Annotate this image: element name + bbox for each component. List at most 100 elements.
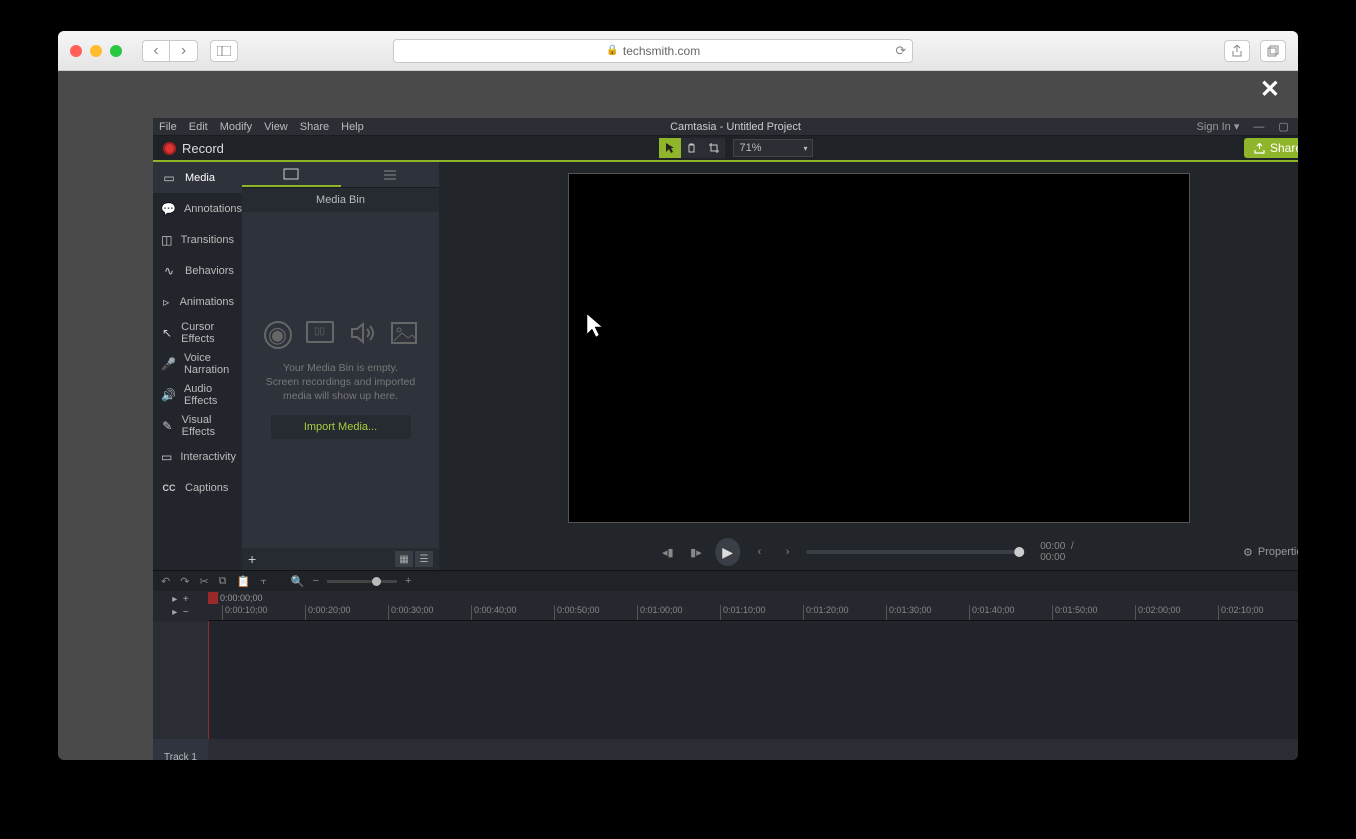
menu-share[interactable]: Share <box>300 121 329 133</box>
step-back-button[interactable]: ‹ <box>750 542 768 562</box>
next-frame-button[interactable]: ▮▸ <box>687 542 705 562</box>
annotations-icon: 💬 <box>161 202 176 216</box>
menu-edit[interactable]: Edit <box>189 121 208 133</box>
zoom-fit-icon[interactable]: 🔍 <box>291 575 305 588</box>
prev-frame-button[interactable]: ◂▮ <box>659 542 677 562</box>
speaker-icon: 🔊 <box>161 388 176 402</box>
paste-button[interactable]: 📋 <box>237 575 251 588</box>
mediabin-empty-text: Your Media Bin is empty. Screen recordin… <box>256 361 425 404</box>
sidebar-item-audio-effects[interactable]: 🔊Audio Effects <box>153 379 242 410</box>
app-title: Camtasia - Untitled Project <box>670 121 801 133</box>
list-view-button[interactable]: ☰ <box>415 551 433 567</box>
zoom-slider-knob[interactable] <box>372 577 381 586</box>
audio-placeholder-icon <box>348 321 376 345</box>
zoom-in-button[interactable]: + <box>405 575 411 587</box>
mediabin-tab-library[interactable] <box>341 162 440 187</box>
playback-controls: ◂▮ ▮▸ ▶ ‹ › 00:00 / 00:00 ⚙ Properties <box>439 534 1298 570</box>
back-button[interactable]: ‹ <box>142 40 170 62</box>
sidebar-item-behaviors[interactable]: ∿Behaviors <box>153 255 242 286</box>
sidebar-item-transitions[interactable]: ◫Transitions <box>153 224 242 255</box>
sidebar-item-cursor-effects[interactable]: ↖Cursor Effects <box>153 317 242 348</box>
maximize-window-button[interactable] <box>110 45 122 57</box>
timeline-tick: 0:01:30;00 <box>886 605 932 621</box>
mic-icon: 🎤 <box>161 357 176 371</box>
sidebar-item-animations[interactable]: ▹Animations <box>153 286 242 317</box>
crop-tool[interactable] <box>703 138 725 158</box>
interact-icon: ▭ <box>161 450 172 464</box>
timeline-tracks-area[interactable] <box>208 621 1298 760</box>
undo-button[interactable]: ↶ <box>161 575 170 588</box>
app-maximize-button[interactable]: ▢ <box>1278 120 1288 133</box>
mediabin-tabs <box>242 162 439 188</box>
tabs-button[interactable] <box>1260 40 1286 62</box>
sign-in-button[interactable]: Sign In ▾ <box>1197 120 1240 133</box>
grid-view-button[interactable]: ▦ <box>395 551 413 567</box>
timeline-tick: 0:01:10;00 <box>720 605 766 621</box>
window-traffic-lights <box>70 45 122 57</box>
sidebar-toggle-button[interactable] <box>210 40 238 62</box>
menu-file[interactable]: File <box>159 121 177 133</box>
scrubber-knob[interactable] <box>1014 547 1024 557</box>
cut-button[interactable]: ✂ <box>199 575 208 588</box>
track-1-row[interactable] <box>208 739 1298 760</box>
track-1-label[interactable]: Track 1 <box>153 739 208 760</box>
close-modal-button[interactable]: ✕ <box>1260 75 1280 104</box>
menu-help[interactable]: Help <box>341 121 364 133</box>
add-media-button[interactable]: + <box>248 551 256 567</box>
menu-view[interactable]: View <box>264 121 288 133</box>
gear-icon: ⚙ <box>1243 546 1253 559</box>
remove-track-button[interactable]: ▸ − <box>172 607 188 618</box>
record-button[interactable]: Record <box>153 141 234 156</box>
properties-button[interactable]: ⚙ Properties <box>1243 546 1298 559</box>
add-track-button[interactable]: ▸ + <box>172 594 188 605</box>
zoom-out-button[interactable]: − <box>313 575 319 587</box>
sidebar-item-media[interactable]: ▭Media <box>153 162 242 193</box>
mediabin-footer: + ▦ ☰ <box>242 548 439 570</box>
timeline-track-controls: ▸ + ▸ − <box>153 591 208 621</box>
menu-modify[interactable]: Modify <box>220 121 252 133</box>
timeline-toolbar: ↶ ↷ ✂ ⧉ 📋 ⫟ 🔍 − + <box>153 571 1298 591</box>
zoom-level-select[interactable]: 71% <box>733 139 813 157</box>
import-media-button[interactable]: Import Media... <box>271 415 411 439</box>
playhead-marker[interactable] <box>208 592 218 604</box>
timeline-tick: 0:00:50;00 <box>554 605 600 621</box>
tools-sidebar: ▭Media 💬Annotations ◫Transitions ∿Behavi… <box>153 162 242 570</box>
pan-tool[interactable] <box>681 138 703 158</box>
reload-button[interactable]: ⟳ <box>895 43 906 59</box>
preview-canvas[interactable] <box>568 173 1190 523</box>
record-placeholder-icon: ◉ <box>264 321 292 349</box>
lock-icon: 🔒 <box>606 45 618 56</box>
zoom-slider[interactable] <box>327 580 397 583</box>
minimize-window-button[interactable] <box>90 45 102 57</box>
close-window-button[interactable] <box>70 45 82 57</box>
behaviors-icon: ∿ <box>161 264 177 278</box>
share-browser-button[interactable] <box>1224 40 1250 62</box>
sidebar-item-annotations[interactable]: 💬Annotations <box>153 193 242 224</box>
mediabin-tab-clips[interactable] <box>242 162 341 187</box>
timeline-tick: 0:01:40;00 <box>969 605 1015 621</box>
sidebar-item-visual-effects[interactable]: ✎Visual Effects <box>153 410 242 441</box>
playback-scrubber[interactable] <box>807 550 1025 554</box>
play-button[interactable]: ▶ <box>715 538 740 566</box>
forward-button[interactable]: › <box>170 40 198 62</box>
timeline-ruler[interactable]: 0:00:00;00 0:00:10;000:00:20;000:00:30;0… <box>208 591 1298 621</box>
redo-button[interactable]: ↷ <box>180 575 189 588</box>
app-minimize-button[interactable]: — <box>1253 121 1264 133</box>
clip-icon <box>283 168 299 180</box>
animations-icon: ▹ <box>161 295 172 309</box>
cursor-icon: ↖ <box>161 326 173 340</box>
timeline-tick: 0:00:40;00 <box>471 605 517 621</box>
sidebar-item-captions[interactable]: CCCaptions <box>153 472 242 503</box>
split-button[interactable]: ⫟ <box>260 575 267 588</box>
share-button[interactable]: Share <box>1244 138 1298 158</box>
select-tool[interactable] <box>659 138 681 158</box>
copy-button[interactable]: ⧉ <box>219 575 227 588</box>
sidebar-item-voice-narration[interactable]: 🎤Voice Narration <box>153 348 242 379</box>
sidebar-item-interactivity[interactable]: ▭Interactivity <box>153 441 242 472</box>
media-bin-panel: Media Bin ◉ ▯▯ Your Media Bin is empty. … <box>242 162 439 570</box>
mediabin-title: Media Bin <box>242 188 439 212</box>
app-toolbar: Record 71% Share <box>153 136 1298 162</box>
timeline-tick: 0:01:50;00 <box>1052 605 1098 621</box>
address-bar[interactable]: 🔒 techsmith.com ⟳ <box>393 39 913 63</box>
step-forward-button[interactable]: › <box>779 542 797 562</box>
